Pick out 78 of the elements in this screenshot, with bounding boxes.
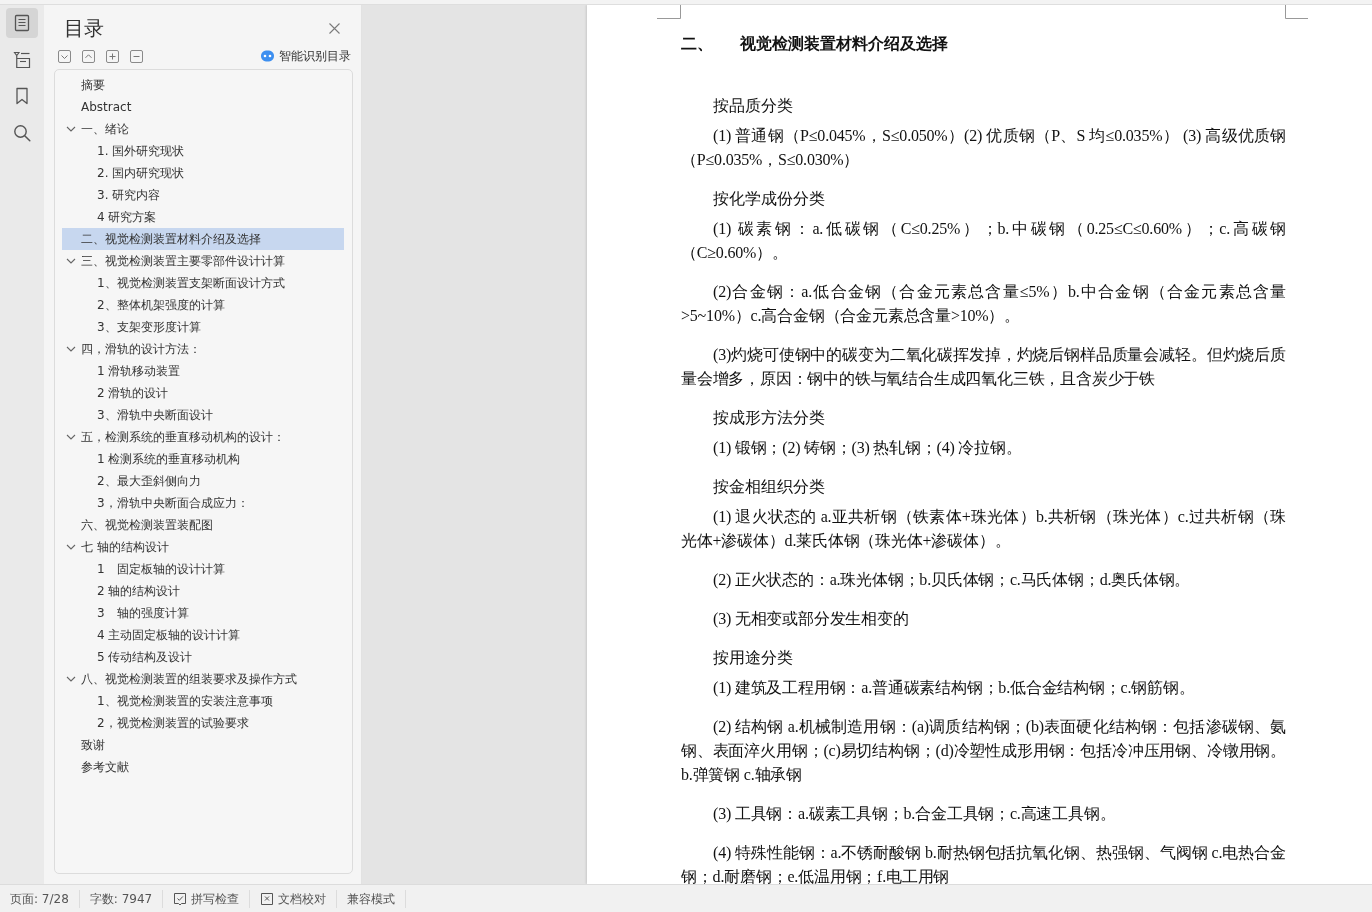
paragraph-text: (3)灼烧可使钢中的碳变为二氧化碳挥发掉，灼烧后钢样品质量会减轻。但灼烧后质量会增多，原因：钢中的铁与氧结合生成四氧化三铁，且含炭少于铁 xyxy=(681,345,1286,389)
paragraph-text: (1) 退火状态的 a.亚共析钢（铁素体+珠光体）b.共析钢（珠光体）c.过共析钢（珠光体+渗碳体）d.莱氏体钢（珠光体+渗碳体）。 xyxy=(681,507,1286,551)
toc-item[interactable]: 八、视觉检测装置的组装要求及操作方式 xyxy=(66,668,301,690)
toc-item[interactable]: 4 主动固定板轴的设计计算 xyxy=(97,624,245,646)
status-text: 字数: 7947 xyxy=(89,890,153,907)
toc-item[interactable]: 摘要 xyxy=(81,74,109,96)
paragraph-text: (3) 无相变或部分发生相变的 xyxy=(712,609,910,630)
toc-item[interactable]: 3 轴的强度计算 xyxy=(97,602,193,624)
chevron-down-icon[interactable] xyxy=(66,432,76,442)
sidebar-tab[interactable] xyxy=(6,8,38,38)
toc-item[interactable]: 三、视觉检测装置主要零部件设计计算 xyxy=(66,250,289,272)
chevron-down-icon[interactable] xyxy=(66,542,76,552)
bot-icon xyxy=(260,50,275,62)
chevron-up-icon[interactable] xyxy=(82,49,95,63)
toc-item[interactable]: 2、整体机架强度的计算 xyxy=(97,294,229,316)
x-box-icon xyxy=(260,891,275,906)
toc-item[interactable]: 六、视觉检测装置装配图 xyxy=(81,514,217,536)
search-icon xyxy=(13,123,31,142)
toc-item[interactable]: 3，滑轨中央断面合成应力： xyxy=(97,492,253,514)
minus-icon[interactable] xyxy=(130,49,143,63)
chevron-down-icon[interactable] xyxy=(66,256,76,266)
toc-item[interactable]: 2、最大歪斜侧向力 xyxy=(97,470,205,492)
panel-title: 目录 xyxy=(64,15,104,42)
subheading-text: 按用途分类 xyxy=(712,648,794,668)
toc-item[interactable]: 1 检测系统的垂直移动机构 xyxy=(97,448,245,470)
toc-item[interactable]: 五，检测系统的垂直移动机构的设计： xyxy=(66,426,289,448)
subheading-text: 按金相组织分类 xyxy=(712,477,826,497)
toc-item[interactable]: 3、支架变形度计算 xyxy=(97,316,205,338)
toc-item[interactable]: 1、视觉检测装置支架断面设计方式 xyxy=(97,272,289,294)
toc-item[interactable]: 2 轴的结构设计 xyxy=(97,580,185,602)
chevron-down-icon[interactable] xyxy=(58,49,71,63)
paragraph-text: (2) 结构钢 a.机械制造用钢：(a)调质结构钢；(b)表面硬化结构钢：包括渗碳钢、氨钢、表面淬火用钢；(c)易切结构钢；(d)冷塑性成形用钢：包括冷冲压用钢、冷镦用钢。b.弹簧钢 c.轴承钢 xyxy=(681,717,1286,785)
paragraph-text: (1) 锻钢；(2) 铸钢；(3) 热轧钢；(4) 冷拉钢。 xyxy=(712,438,1023,459)
toc-item[interactable]: 5 传动结构及设计 xyxy=(97,646,197,668)
margin-corner-mark xyxy=(657,5,681,19)
toc-item[interactable]: 二、视觉检测装置材料介绍及选择 xyxy=(62,228,344,250)
toc-item[interactable]: 参考文献 xyxy=(81,756,133,778)
paragraph-text: (2) 正火状态的：a.珠光体钢；b.贝氏体钢；c.马氏体钢；d.奥氏体钢。 xyxy=(712,570,1192,591)
paragraph-text: (1) 普通钢（P≤0.045%，S≤0.050%）(2) 优质钢（P、S 均≤0.035%） (3) 高级优质钢（P≤0.035%，S≤0.030%） xyxy=(681,126,1286,170)
spell-check-button[interactable]: 拼写检查 xyxy=(173,890,240,907)
chevron-down-icon[interactable] xyxy=(66,344,76,354)
checkbox-tick-icon xyxy=(173,891,188,906)
status-text: 兼容模式 xyxy=(347,890,396,907)
close-icon[interactable] xyxy=(329,22,340,34)
outline-icon xyxy=(13,50,31,69)
plus-icon[interactable] xyxy=(106,49,119,63)
subheading-text: 按成形方法分类 xyxy=(712,408,826,428)
toc-item[interactable]: 致谢 xyxy=(81,734,109,756)
paragraph-text: (4) 特殊性能钢：a.不锈耐酸钢 b.耐热钢包括抗氧化钢、热强钢、气阀钢 c.电热合金钢；d.耐磨钢；e.低温用钢；f.电工用钢 xyxy=(681,843,1286,884)
toc-item[interactable]: 1. 国外研究现状 xyxy=(97,140,189,162)
toc-item[interactable]: 四，滑轨的设计方法： xyxy=(66,338,205,360)
toc-item[interactable]: 2. 国内研究现状 xyxy=(97,162,189,184)
chevron-down-icon[interactable] xyxy=(66,124,76,134)
toc-item[interactable]: 七 轴的结构设计 xyxy=(66,536,173,558)
toc-item[interactable]: 2，视觉检测装置的试验要求 xyxy=(97,712,253,734)
bookmark-icon xyxy=(13,87,31,105)
subheading-text: 按化学成份分类 xyxy=(712,189,826,209)
paragraph-text: (1) 建筑及工程用钢：a.普通碳素结构钢；b.低合金结构钢；c.钢筋钢。 xyxy=(712,678,1196,699)
smart-toc-button[interactable]: 智能识别目录 xyxy=(260,48,351,64)
margin-corner-mark xyxy=(1285,5,1308,19)
toc-item[interactable]: 一、绪论 xyxy=(66,118,133,140)
toc-item[interactable]: 3、滑轨中央断面设计 xyxy=(97,404,217,426)
toc-item[interactable]: 3. 研究内容 xyxy=(97,184,165,206)
section-heading: 二、 视觉检测装置材料介绍及选择 xyxy=(681,34,949,54)
paragraph-text: (1) 碳素钢：a.低碳钢（C≤0.25%）；b.中碳钢（0.25≤C≤0.60%）；c.高碳钢（C≥0.60%）。 xyxy=(681,219,1286,263)
paragraph-text: (3) 工具钢：a.碳素工具钢；b.合金工具钢；c.高速工具钢。 xyxy=(712,804,1117,825)
chevron-down-icon[interactable] xyxy=(66,674,76,684)
subheading-text: 按品质分类 xyxy=(712,96,794,116)
proofread-button[interactable]: 文档校对 xyxy=(260,890,327,907)
status-text: 页面: 7/28 xyxy=(10,890,69,907)
paragraph-text: (2)合金钢：a.低合金钢（合金元素总含量≤5%）b.中合金钢（合金元素总含量>5~10%）c.高合金钢（合金元素总含量>10%）。 xyxy=(681,282,1286,326)
document-lines-icon xyxy=(13,14,31,32)
toc-item[interactable]: 2 滑轨的设计 xyxy=(97,382,173,404)
toc-item[interactable]: 1 滑轨移动装置 xyxy=(97,360,185,382)
toc-item[interactable]: 4 研究方案 xyxy=(97,206,161,228)
toc-item[interactable]: Abstract xyxy=(81,96,136,118)
toc-item[interactable]: 1、视觉检测装置的安装注意事项 xyxy=(97,690,277,712)
toc-item[interactable]: 1 固定板轴的设计计算 xyxy=(97,558,229,580)
